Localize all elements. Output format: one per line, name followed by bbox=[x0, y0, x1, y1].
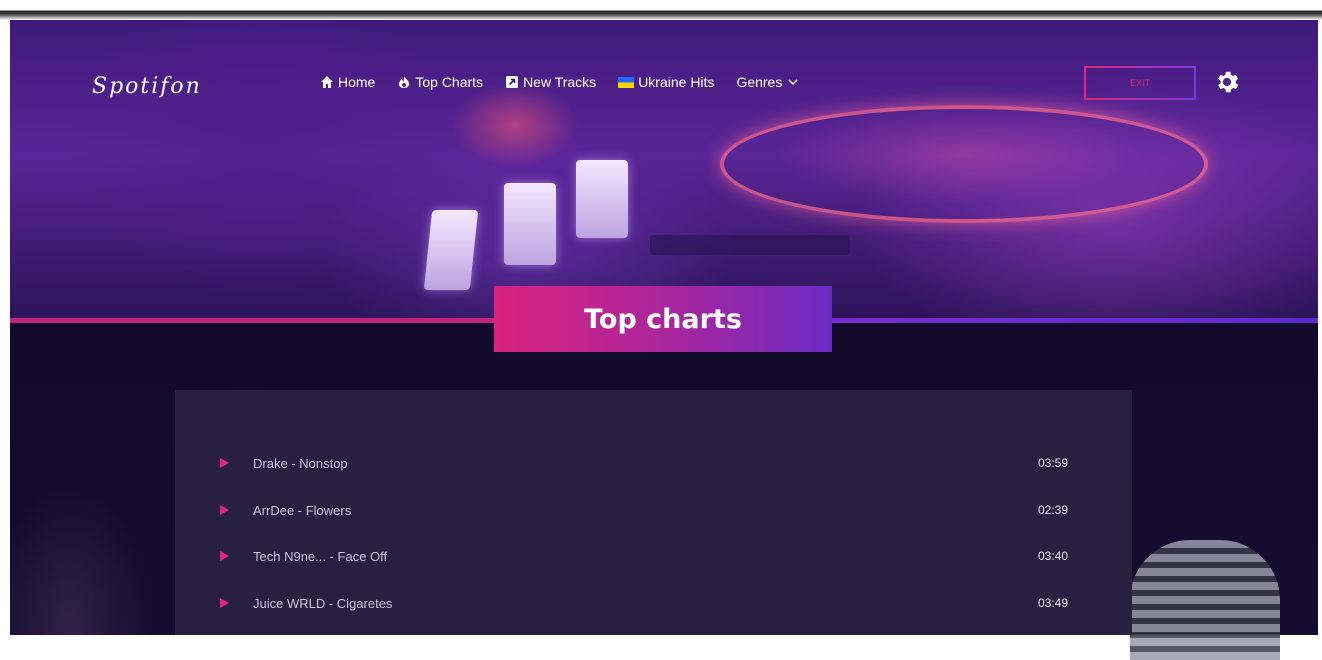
nav-genres-dropdown[interactable]: Genres bbox=[736, 74, 800, 90]
nav-ukraine-hits-label: Ukraine Hits bbox=[638, 74, 715, 90]
ukraine-flag-icon bbox=[618, 76, 635, 88]
nav-home-label: Home bbox=[338, 74, 376, 90]
app-logo[interactable]: Spotifon bbox=[92, 74, 202, 99]
track-row[interactable]: Juice WRLD - Cigaretes 03:49 bbox=[175, 588, 1132, 618]
play-icon[interactable] bbox=[220, 458, 229, 468]
page-title: Top charts bbox=[584, 303, 742, 335]
hero-banner bbox=[10, 20, 1318, 320]
chevron-down-icon bbox=[786, 75, 800, 89]
nav-top-charts[interactable]: Top Charts bbox=[397, 74, 483, 90]
fire-icon bbox=[397, 75, 411, 89]
track-row[interactable]: Tech N9ne... - Face Off 03:40 bbox=[175, 541, 1132, 571]
track-duration: 03:59 bbox=[1037, 456, 1068, 470]
mixer-fader bbox=[504, 183, 556, 265]
nav-genres-label: Genres bbox=[736, 74, 783, 90]
nav-new-tracks[interactable]: New Tracks bbox=[505, 74, 596, 90]
track-title: ArrDee - Flowers bbox=[253, 502, 352, 518]
play-icon[interactable] bbox=[220, 551, 229, 561]
track-duration: 02:39 bbox=[1037, 503, 1068, 517]
track-duration: 03:49 bbox=[1037, 596, 1068, 610]
exit-button[interactable]: EXIT bbox=[1084, 66, 1196, 100]
mixer-panel bbox=[650, 235, 850, 255]
track-title: Drake - Nonstop bbox=[253, 455, 348, 471]
nav-home[interactable]: Home bbox=[320, 74, 375, 90]
track-duration: 03:40 bbox=[1037, 549, 1068, 563]
home-icon bbox=[320, 75, 334, 89]
turntable-ring bbox=[720, 105, 1208, 223]
track-row[interactable]: ArrDee - Flowers 02:39 bbox=[175, 495, 1132, 525]
page-title-banner: Top charts bbox=[494, 286, 832, 352]
nav-top-charts-label: Top Charts bbox=[415, 74, 484, 90]
mixer-fader bbox=[576, 160, 628, 238]
microphone-decoration bbox=[1130, 540, 1280, 660]
nav-new-tracks-label: New Tracks bbox=[523, 74, 597, 90]
gear-icon[interactable] bbox=[1213, 68, 1241, 96]
main-nav: Home Top Charts New Tracks Ukraine Hits … bbox=[320, 74, 800, 90]
mixer-fader bbox=[423, 210, 479, 290]
nav-ukraine-hits[interactable]: Ukraine Hits bbox=[618, 74, 714, 90]
track-row[interactable]: Drake - Nonstop 03:59 bbox=[175, 448, 1132, 478]
play-icon[interactable] bbox=[220, 598, 229, 608]
track-title: Juice WRLD - Cigaretes bbox=[253, 595, 393, 611]
browser-top-edge bbox=[0, 0, 1322, 20]
track-list: Drake - Nonstop 03:59 ArrDee - Flowers 0… bbox=[175, 390, 1132, 635]
track-title: Tech N9ne... - Face Off bbox=[253, 548, 388, 564]
play-icon[interactable] bbox=[220, 505, 229, 515]
arrow-box-icon bbox=[505, 75, 519, 89]
